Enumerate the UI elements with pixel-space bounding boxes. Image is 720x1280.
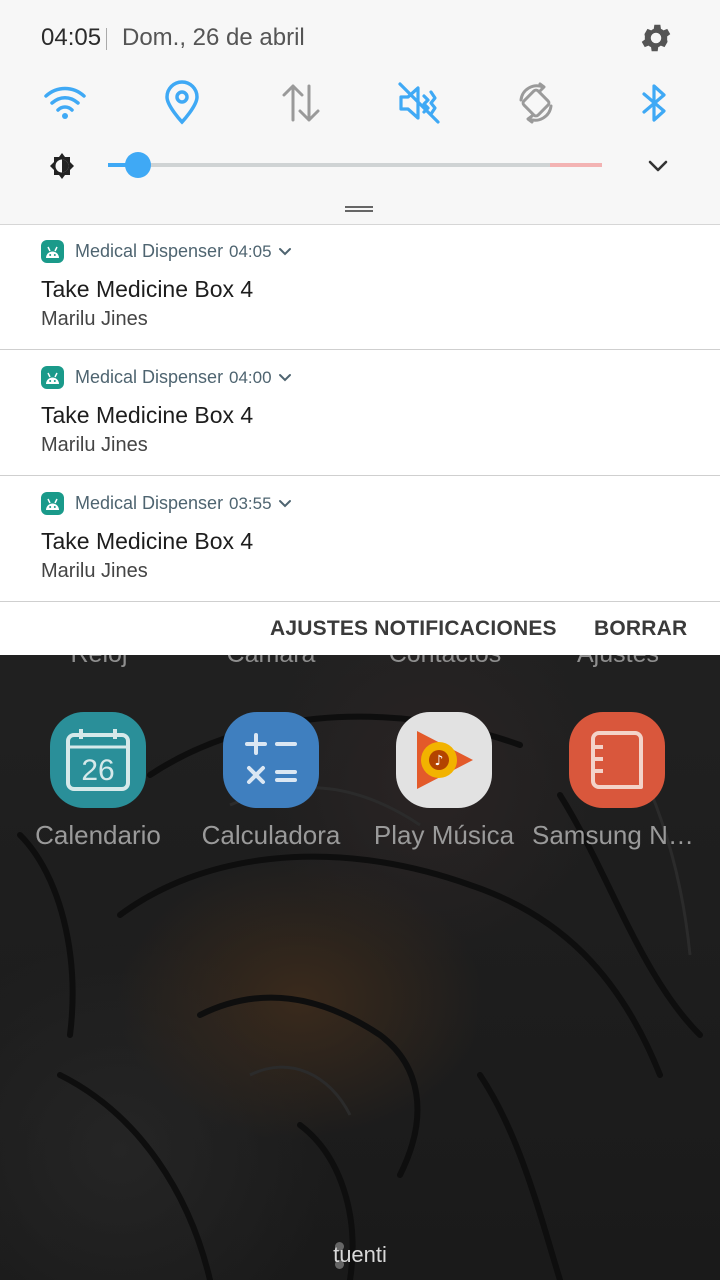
status-time: 04:05 <box>41 24 102 51</box>
clear-all-button[interactable]: BORRAR <box>594 617 687 641</box>
notification-time: 03:55 <box>229 494 272 513</box>
auto-rotate-icon[interactable] <box>513 80 559 126</box>
android-icon <box>41 492 64 515</box>
notification-app-name: Medical Dispenser <box>75 241 224 261</box>
play-music-icon: ♪ <box>396 712 492 808</box>
notification-text: Marilu Jines <box>41 434 148 456</box>
wifi-icon[interactable] <box>42 80 88 126</box>
brightness-thumb[interactable] <box>125 152 151 178</box>
chevron-down-icon[interactable] <box>276 495 294 513</box>
settings-gear-icon[interactable] <box>638 20 674 56</box>
notification-text: Marilu Jines <box>41 560 148 582</box>
app-label-play-musica: Play Música <box>373 820 515 850</box>
notification-settings-button[interactable]: AJUSTES NOTIFICACIONES <box>270 617 557 641</box>
drag-handle[interactable] <box>345 206 373 212</box>
notification-time: 04:05 <box>229 242 272 261</box>
svg-text:♪: ♪ <box>435 753 444 769</box>
notification-title: Take Medicine Box 4 <box>41 276 254 302</box>
chevron-down-icon[interactable] <box>276 243 294 261</box>
chevron-down-icon[interactable] <box>276 369 294 387</box>
notification-actions: AJUSTES NOTIFICACIONES BORRAR <box>0 602 720 655</box>
calendar-icon: 26 <box>50 712 146 808</box>
app-calculadora[interactable]: Calculadora <box>186 712 356 851</box>
notification-title: Take Medicine Box 4 <box>41 528 254 554</box>
notification-shade: 04:05 Dom., 26 de abril Medical Dispense… <box>0 0 720 655</box>
app-label-calculadora: Calculadora <box>201 820 341 850</box>
app-calendario[interactable]: 26 Calendario <box>13 712 183 851</box>
android-icon <box>41 366 64 389</box>
mobile-data-icon[interactable] <box>278 80 324 126</box>
notification-item[interactable]: Medical Dispenser 03:55 Take Medicine Bo… <box>0 477 720 602</box>
location-icon[interactable] <box>159 80 205 126</box>
quick-settings-panel: 04:05 Dom., 26 de abril <box>0 0 720 224</box>
home-app-row: 26 Calendario Calculadora ♪ Play Música … <box>0 712 720 862</box>
divider <box>0 349 720 350</box>
notification-app-name: Medical Dispenser <box>75 367 224 387</box>
notification-title: Take Medicine Box 4 <box>41 402 254 428</box>
app-label-calendario: Calendario <box>35 820 161 850</box>
chevron-down-icon[interactable] <box>644 152 672 180</box>
app-play-musica[interactable]: ♪ Play Música <box>359 712 529 851</box>
status-separator <box>106 28 107 50</box>
notification-app-name: Medical Dispenser <box>75 493 224 513</box>
app-label-samsung-notes: Samsung Not… <box>532 820 702 850</box>
notification-item[interactable]: Medical Dispenser 04:00 Take Medicine Bo… <box>0 351 720 476</box>
notification-item[interactable]: Medical Dispenser 04:05 Take Medicine Bo… <box>0 225 720 350</box>
notification-text: Marilu Jines <box>41 308 148 330</box>
status-date: Dom., 26 de abril <box>122 24 305 51</box>
calculator-icon <box>223 712 319 808</box>
brightness-warning-zone <box>550 163 602 167</box>
notification-time: 04:00 <box>229 368 272 387</box>
android-icon <box>41 240 64 263</box>
notes-icon <box>569 712 665 808</box>
divider <box>0 475 720 476</box>
mute-icon[interactable] <box>396 80 442 126</box>
bluetooth-icon[interactable] <box>631 80 677 126</box>
app-samsung-notes[interactable]: Samsung Not… <box>532 712 702 851</box>
quick-tiles <box>0 80 720 126</box>
brightness-icon <box>50 153 74 179</box>
carrier-label: tuenti <box>333 1242 387 1267</box>
calendar-badge: 26 <box>81 754 114 787</box>
brightness-slider[interactable] <box>108 152 602 178</box>
